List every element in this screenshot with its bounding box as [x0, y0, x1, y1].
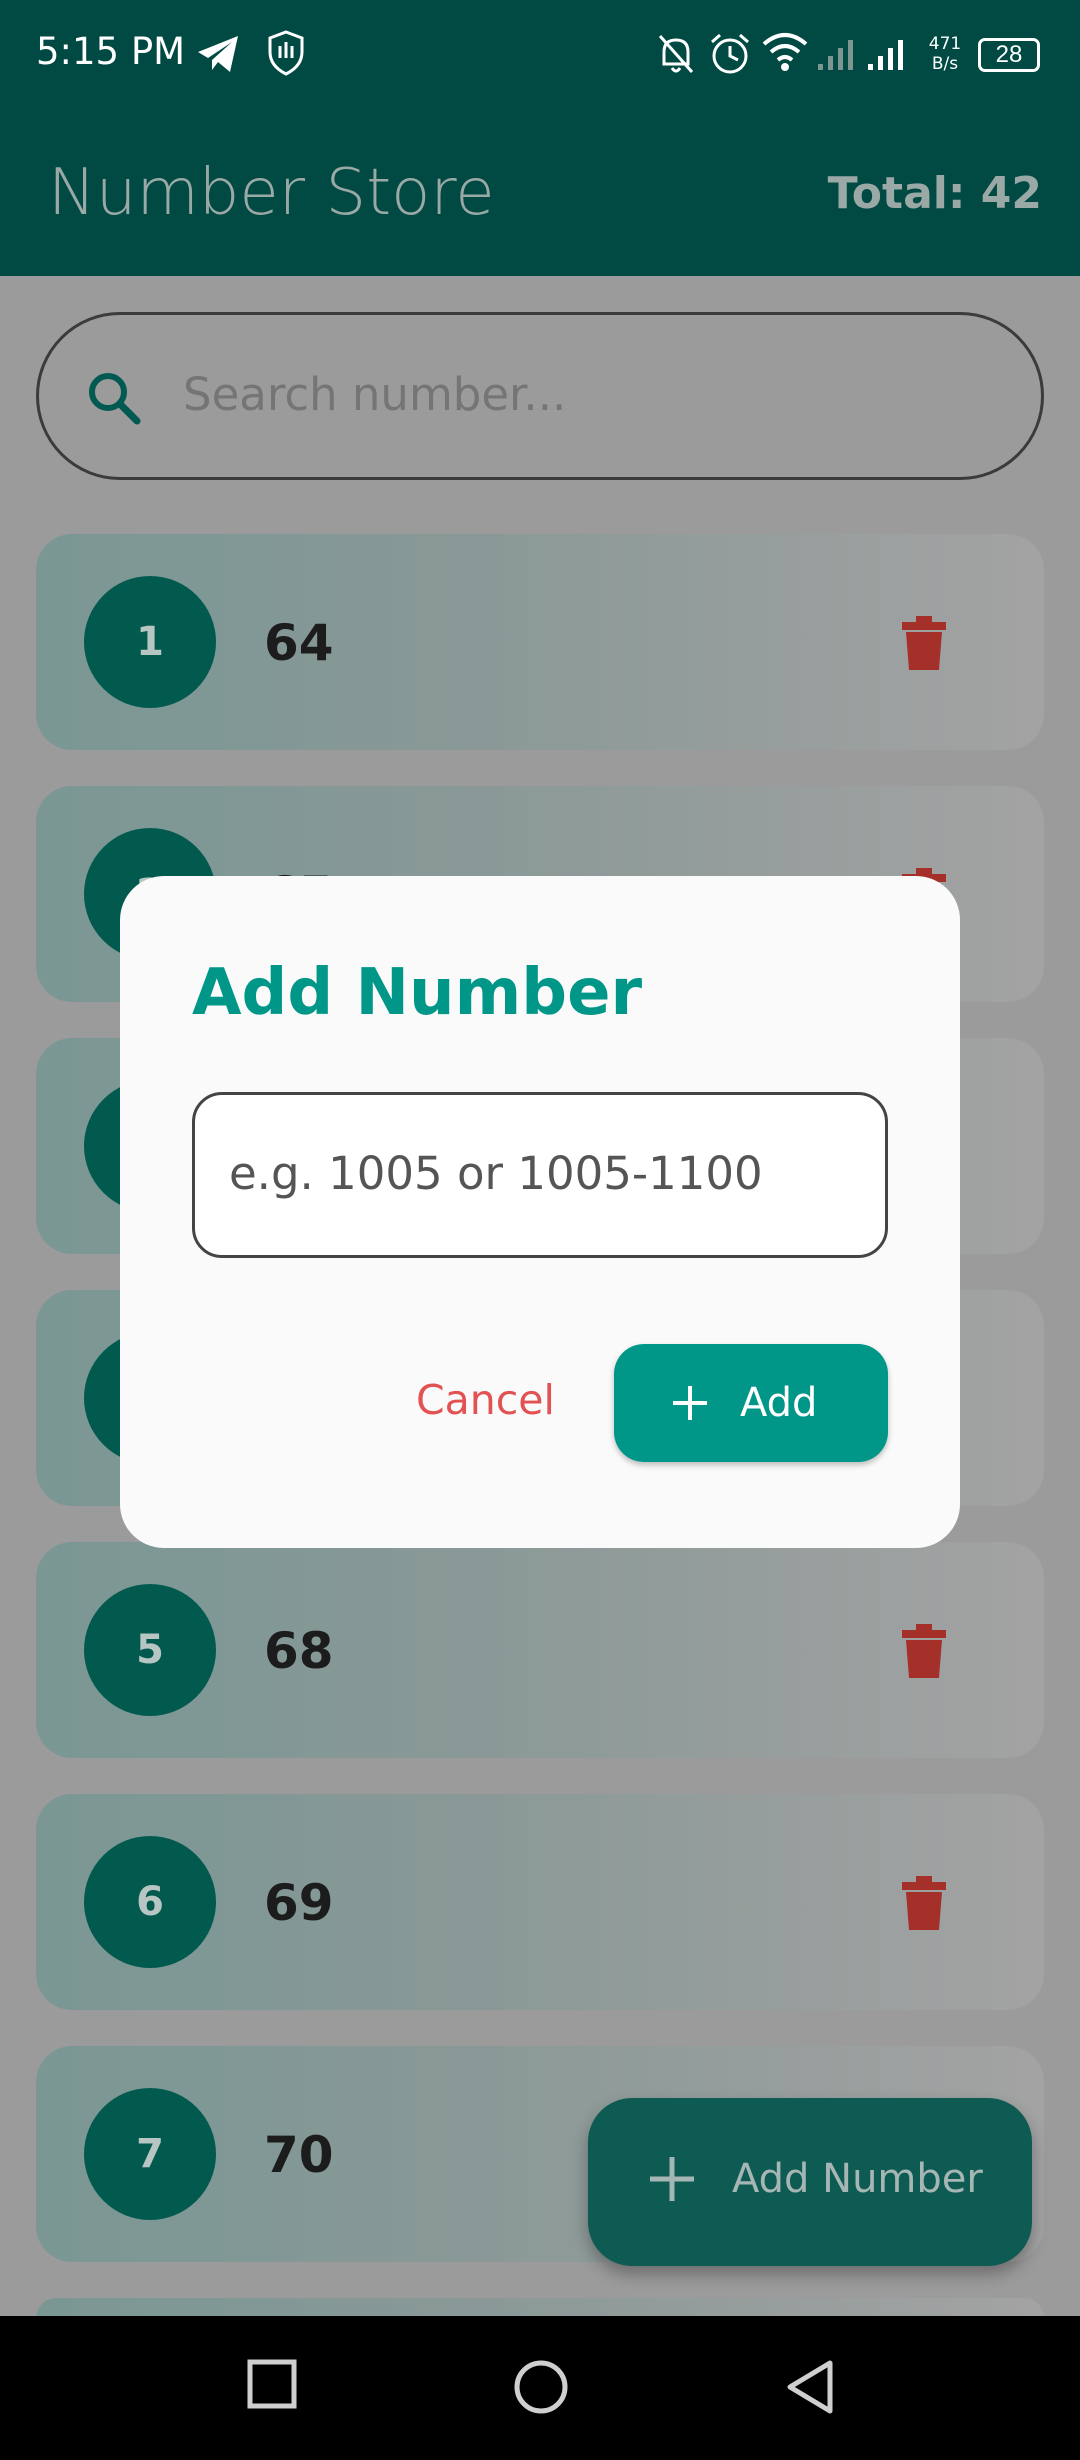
add-number-dialog: Add Number Cancel Add — [120, 876, 960, 1548]
index-badge: 1 — [84, 576, 216, 708]
search-icon — [89, 373, 141, 425]
notifications-off-icon — [658, 35, 694, 73]
net-speed: 471 B/s — [924, 34, 966, 74]
fab-label: Add Number — [732, 2156, 983, 2202]
system-nav-bar — [0, 2316, 1080, 2460]
battery-level: 28 — [995, 41, 1023, 68]
number-input-field[interactable] — [192, 1092, 888, 1258]
trash-icon[interactable] — [902, 616, 946, 670]
alarm-icon — [711, 33, 749, 74]
list-item[interactable]: 5 68 — [36, 1542, 1044, 1758]
plus-icon — [650, 2157, 694, 2201]
hand-shield-icon — [268, 30, 304, 76]
number-value: 69 — [264, 1874, 334, 1932]
list-item[interactable]: 6 69 — [36, 1794, 1044, 2010]
app-bar: Number Store Total: 42 — [0, 110, 1080, 276]
signal-icon-sim2 — [868, 40, 903, 70]
status-time: 5:15 PM — [36, 30, 186, 73]
index-badge: 6 — [84, 1836, 216, 1968]
net-speed-value: 471 — [928, 34, 962, 54]
status-bar: 5:15 PM 471 B/s 28 — [0, 0, 1080, 110]
add-button[interactable]: Add — [614, 1344, 888, 1462]
add-number-fab[interactable]: Add Number — [588, 2098, 1032, 2266]
net-speed-unit: B/s — [931, 54, 959, 74]
search-input[interactable] — [183, 368, 983, 421]
number-value: 64 — [264, 614, 334, 672]
number-value: 68 — [264, 1622, 334, 1680]
signal-icon-sim1 — [818, 40, 853, 70]
total-count: Total: 42 — [827, 168, 1042, 219]
recents-button[interactable] — [246, 2358, 300, 2412]
trash-icon[interactable] — [902, 1876, 946, 1930]
dialog-title: Add Number — [192, 956, 643, 1030]
add-button-label: Add — [740, 1380, 818, 1426]
telegram-icon — [198, 36, 238, 72]
index-badge: 5 — [84, 1584, 216, 1716]
index-badge: 7 — [84, 2088, 216, 2220]
number-input[interactable] — [229, 1147, 849, 1200]
trash-icon[interactable] — [902, 1624, 946, 1678]
home-button[interactable] — [512, 2358, 570, 2416]
plus-icon — [673, 1386, 707, 1420]
list-item[interactable]: 1 64 — [36, 534, 1044, 750]
search-bar[interactable] — [36, 312, 1044, 480]
back-button[interactable] — [784, 2358, 838, 2416]
battery-indicator: 28 — [978, 38, 1040, 72]
app-title: Number Store — [48, 156, 495, 230]
number-value: 70 — [264, 2126, 334, 2184]
cancel-button[interactable]: Cancel — [416, 1376, 555, 1424]
wifi-icon — [762, 33, 808, 71]
